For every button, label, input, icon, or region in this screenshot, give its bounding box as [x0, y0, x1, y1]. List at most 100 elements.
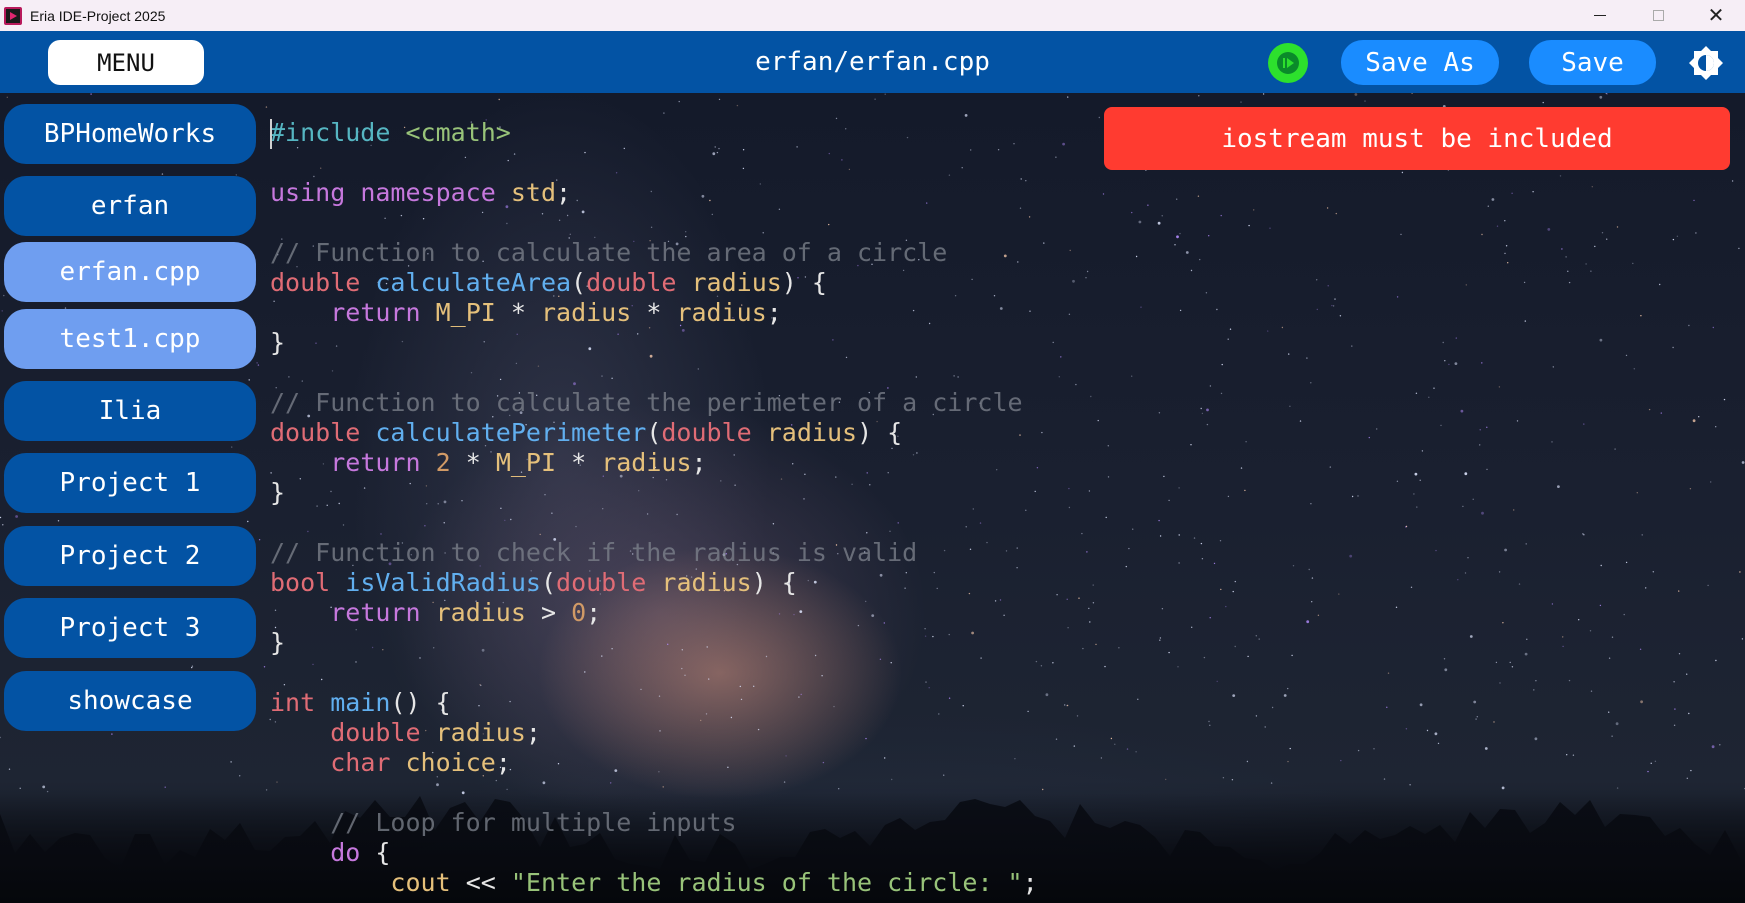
code-line: return M_PI * radius * radius; — [270, 298, 1100, 328]
sidebar-item-test1-cpp[interactable]: test1.cpp — [4, 309, 256, 369]
code-token: calculateArea — [375, 268, 572, 297]
code-token: namespace — [360, 178, 496, 207]
code-token: radius — [661, 568, 752, 597]
code-token: ) { — [857, 418, 903, 447]
code-token: using — [270, 178, 346, 207]
code-token: return — [330, 448, 421, 477]
code-token: () { — [390, 688, 451, 717]
code-token: M_PI — [435, 298, 496, 327]
sidebar-item-project-3[interactable]: Project 3 — [4, 598, 256, 658]
code-token: ( — [571, 268, 587, 297]
code-token: // Loop for multiple inputs — [330, 808, 737, 837]
code-line: char choice; — [270, 748, 1100, 778]
code-token: "Enter the radius of the circle: " — [510, 868, 1023, 897]
code-editor[interactable]: #include <cmath> using namespace std; //… — [270, 118, 1100, 903]
sidebar-item-erfan-cpp[interactable]: erfan.cpp — [4, 242, 256, 302]
code-line: double calculateArea(double radius) { — [270, 268, 1100, 298]
menu-button[interactable]: MENU — [48, 40, 204, 85]
save-button[interactable]: Save — [1529, 40, 1656, 85]
code-token: return — [330, 598, 421, 627]
sidebar-item-project-2[interactable]: Project 2 — [4, 526, 256, 586]
code-line: bool isValidRadius(double radius) { — [270, 568, 1100, 598]
code-token: // Function to calculate the area of a c… — [270, 238, 948, 267]
error-banner: iostream must be included — [1104, 107, 1730, 170]
save-as-button[interactable]: Save As — [1341, 40, 1499, 85]
sidebar-item-showcase[interactable]: showcase — [4, 671, 256, 731]
code-token: ( — [540, 568, 557, 597]
code-line: return 2 * M_PI * radius; — [270, 448, 1100, 478]
code-token: ; — [586, 598, 602, 627]
code-line: cout << "Enter the radius of the circle:… — [270, 868, 1100, 898]
sidebar-item-erfan[interactable]: erfan — [4, 176, 256, 236]
code-line: using namespace std; — [270, 178, 1100, 208]
code-token: calculatePerimeter — [375, 418, 647, 447]
code-token: isValidRadius — [345, 568, 541, 597]
code-token: std — [510, 178, 557, 207]
run-icon — [1277, 52, 1299, 74]
top-toolbar: MENU erfan/erfan.cpp Save As Save — [0, 31, 1745, 93]
app-icon — [4, 6, 22, 25]
code-token: return — [330, 298, 421, 327]
code-token: double — [270, 268, 361, 297]
maximize-button[interactable] — [1629, 0, 1687, 31]
code-token: * — [631, 298, 677, 327]
code-token: } — [270, 328, 286, 357]
code-token: << — [450, 868, 511, 897]
code-token: radius — [676, 298, 767, 327]
code-line: // Function to calculate the area of a c… — [270, 238, 1100, 268]
code-line: do { — [270, 838, 1100, 868]
code-token: > — [525, 598, 572, 627]
code-token: choice — [405, 748, 496, 777]
minimize-button[interactable] — [1571, 0, 1629, 31]
code-token: double — [270, 418, 361, 447]
window-titlebar: Eria IDE-Project 2025 ✕ — [0, 0, 1745, 31]
sidebar-item-ilia[interactable]: Ilia — [4, 381, 256, 441]
code-token: ; — [691, 448, 707, 477]
code-token: ( — [646, 418, 662, 447]
code-line: } — [270, 328, 1100, 358]
window-controls: ✕ — [1571, 0, 1745, 31]
code-token: #include — [270, 118, 391, 147]
code-token: ; — [495, 748, 511, 777]
code-line: double radius; — [270, 718, 1100, 748]
sidebar-item-bphomeworks[interactable]: BPHomeWorks — [4, 104, 256, 164]
code-token: { — [360, 838, 391, 867]
run-button[interactable] — [1268, 43, 1308, 83]
code-token: int — [270, 688, 316, 717]
code-token: * — [556, 448, 602, 477]
sidebar-item-project-1[interactable]: Project 1 — [4, 453, 256, 513]
close-icon: ✕ — [1707, 5, 1725, 27]
code-line: return radius > 0; — [270, 598, 1100, 628]
code-token: // Function to check if the radius is va… — [270, 538, 918, 567]
code-token: 0 — [571, 598, 587, 627]
code-token: double — [556, 568, 647, 597]
code-token: ; — [1022, 868, 1038, 897]
code-token: radius — [435, 598, 526, 627]
close-button[interactable]: ✕ — [1687, 0, 1745, 31]
code-token: do — [330, 838, 361, 867]
code-token: ) { — [781, 268, 827, 297]
theme-toggle-button[interactable] — [1688, 45, 1724, 81]
